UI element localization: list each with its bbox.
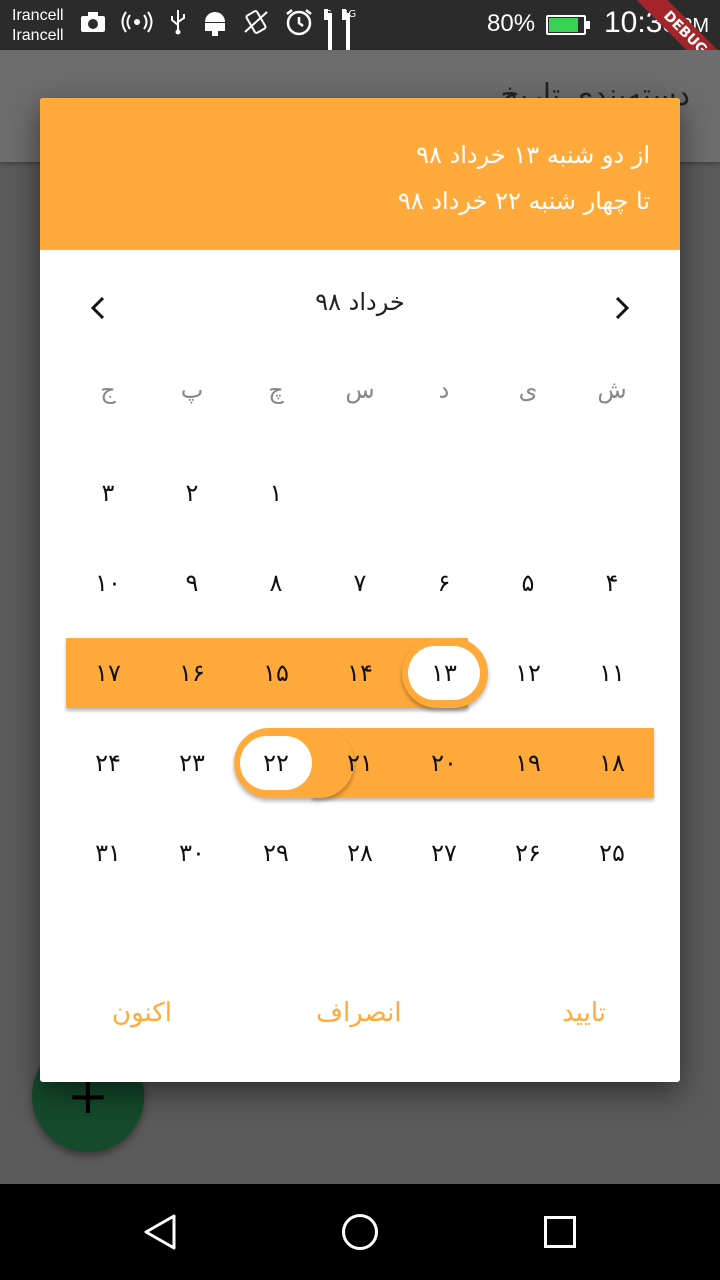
carrier-label: Irancell Irancell — [12, 6, 64, 46]
calendar-day[interactable]: ۲۰ — [402, 728, 486, 798]
calendar-day[interactable]: ۱۵ — [234, 638, 318, 708]
carrier-line-2: Irancell — [12, 27, 64, 44]
range-from-text: از دو شنبه ۱۳ خرداد ۹۸ — [416, 141, 650, 169]
calendar-day[interactable]: ۱۴ — [318, 638, 402, 708]
battery-icon — [546, 15, 590, 35]
month-navigation: خرداد ۹۸ — [40, 250, 680, 360]
calendar-day[interactable]: ۲۶ — [486, 818, 570, 888]
calendar-grid: ش ی د س چ پ ج ۱ ۲ ۳ ۴ ۵ ۶ ۷ ۸ ۹ ۱۰ ۱۱ ۱۲ ۱۳ ۱۴ ۱۵ ۱۶ ۱۷ ۱۸ ۱۹ ۲۰ ۲۱… — [40, 360, 680, 980]
calendar-day[interactable]: ۳۰ — [150, 818, 234, 888]
calendar-day[interactable]: ۷ — [318, 548, 402, 618]
recent-apps-icon[interactable] — [544, 1216, 576, 1248]
back-icon[interactable] — [140, 1212, 180, 1256]
now-button[interactable]: اکنون — [112, 998, 172, 1028]
calendar-day[interactable]: ۳۱ — [66, 818, 150, 888]
weekday-header: ش — [597, 376, 627, 404]
calendar-day[interactable]: ۲ — [150, 458, 234, 528]
calendar-day[interactable]: ۱۳ — [402, 638, 486, 708]
calendar-day[interactable]: ۱۶ — [150, 638, 234, 708]
calendar-day[interactable]: ۱۹ — [486, 728, 570, 798]
weekday-header: ج — [100, 376, 116, 404]
battery-percent: 80% — [487, 10, 536, 37]
calendar-day[interactable]: ۳ — [66, 458, 150, 528]
calendar-day[interactable]: ۱۰ — [66, 548, 150, 618]
calendar-day[interactable]: ۱ — [234, 458, 318, 528]
weekday-header: چ — [268, 376, 284, 404]
calendar-day[interactable]: ۶ — [402, 548, 486, 618]
calendar-day[interactable]: ۲۹ — [234, 818, 318, 888]
calendar-day[interactable]: ۱۷ — [66, 638, 150, 708]
signal-2-tag: 4G — [342, 9, 356, 20]
hotspot-icon — [120, 10, 154, 40]
weekday-header: س — [345, 376, 375, 404]
month-title: خرداد ۹۸ — [315, 288, 405, 316]
calendar-day[interactable]: ۱۱ — [570, 638, 654, 708]
calendar-day[interactable]: ۲۴ — [66, 728, 150, 798]
alarm-icon — [284, 7, 314, 43]
calendar-day[interactable]: ۱۲ — [486, 638, 570, 708]
weekday-header: د — [438, 376, 450, 404]
system-nav-bar — [0, 1184, 720, 1280]
confirm-button[interactable]: تایید — [562, 998, 606, 1028]
camera-icon — [80, 11, 106, 39]
dialog-actions: تایید انصراف اکنون — [40, 982, 680, 1082]
calendar-day[interactable]: ۱۸ — [570, 728, 654, 798]
home-icon[interactable] — [342, 1214, 378, 1250]
calendar-day[interactable]: ۲۳ — [150, 728, 234, 798]
signal-icon-2: 4G — [342, 9, 356, 71]
signal-1-tag: G — [324, 9, 332, 20]
range-to-text: تا چهار شنبه ۲۲ خرداد ۹۸ — [397, 187, 650, 215]
calendar-day[interactable]: ۹ — [150, 548, 234, 618]
usb-icon — [168, 9, 188, 41]
date-range-picker-dialog: از دو شنبه ۱۳ خرداد ۹۸ تا چهار شنبه ۲۲ خ… — [40, 98, 680, 1082]
calendar-day[interactable]: ۸ — [234, 548, 318, 618]
cancel-button[interactable]: انصراف — [316, 998, 402, 1028]
calendar-day[interactable]: ۲۸ — [318, 818, 402, 888]
android-debug-icon — [202, 8, 228, 42]
vibrate-icon — [242, 8, 270, 42]
calendar-day[interactable]: ۵ — [486, 548, 570, 618]
carrier-line-1: Irancell — [12, 7, 64, 24]
calendar-day[interactable]: ۲۱ — [318, 728, 402, 798]
status-bar: Irancell Irancell G 4G 80% 10:35 — [0, 0, 720, 87]
calendar-day[interactable]: ۲۲ — [234, 728, 318, 798]
calendar-day[interactable]: ۴ — [570, 548, 654, 618]
weekday-header: ی — [518, 376, 538, 404]
calendar-day[interactable]: ۲۷ — [402, 818, 486, 888]
signal-icon-1: G — [324, 9, 332, 71]
weekday-header: پ — [180, 376, 204, 404]
calendar-day[interactable]: ۲۵ — [570, 818, 654, 888]
chevron-right-icon[interactable] — [602, 288, 642, 328]
dialog-header: از دو شنبه ۱۳ خرداد ۹۸ تا چهار شنبه ۲۲ خ… — [40, 98, 680, 250]
